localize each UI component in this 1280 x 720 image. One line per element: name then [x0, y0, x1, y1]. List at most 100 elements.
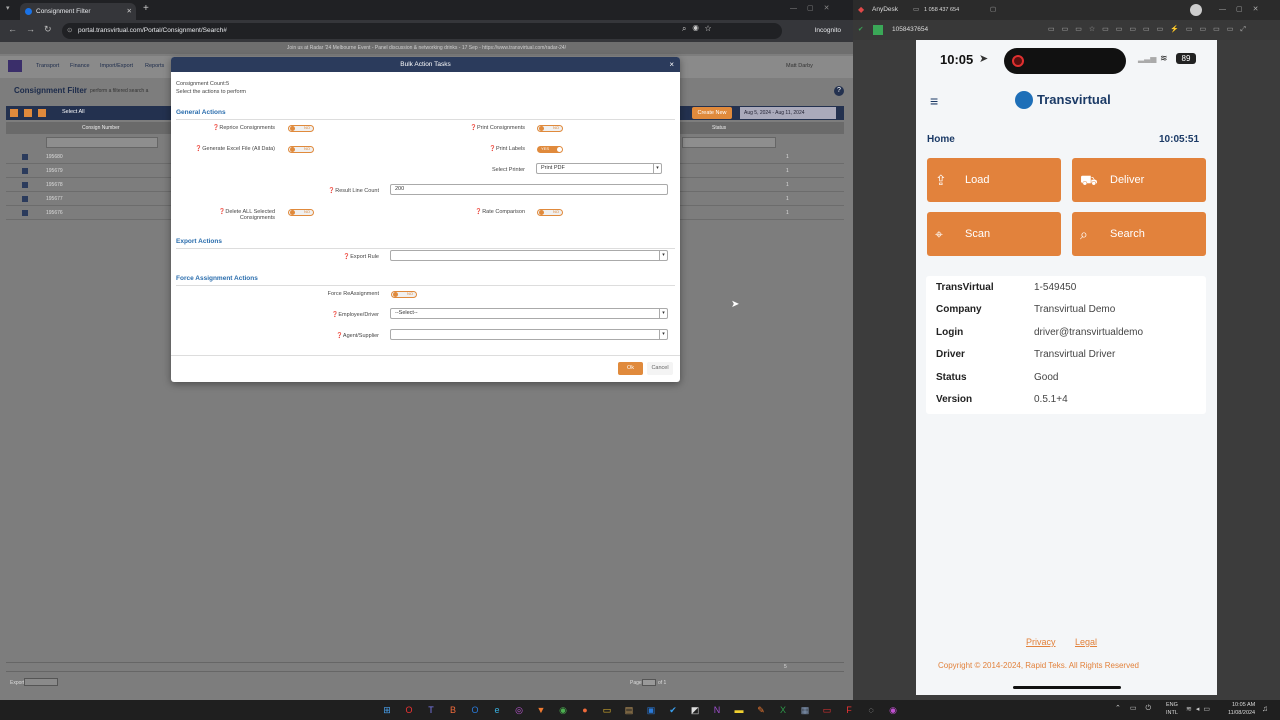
help-icon[interactable]: ❓	[336, 333, 343, 339]
date-range-picker[interactable]: Aug 5, 2024 - Aug 11, 2024	[740, 107, 836, 119]
brave-icon[interactable]: ▼	[534, 703, 548, 717]
page-number-input[interactable]	[642, 679, 656, 686]
notification-icon[interactable]: ♫	[1262, 704, 1268, 713]
privacy-link[interactable]: Privacy	[1026, 637, 1056, 647]
app-icon[interactable]: F	[842, 703, 856, 717]
help-icon[interactable]: ?	[834, 86, 844, 96]
row-checkbox[interactable]	[22, 168, 28, 174]
delete-toggle[interactable]: NO	[288, 209, 314, 216]
url-bar[interactable]: ⊙ portal.transvirtual.com/Portal/Consign…	[62, 23, 782, 39]
app-icon[interactable]: ✔	[666, 703, 680, 717]
forward-icon[interactable]: →	[26, 24, 35, 34]
reload-icon[interactable]: ↻	[44, 24, 52, 35]
start-icon[interactable]: ⊞	[380, 703, 394, 717]
print-consignments-toggle[interactable]: NO	[537, 125, 563, 132]
anydesk-taskbar-icon[interactable]: ▭	[820, 703, 834, 717]
window-controls[interactable]: —▢✕	[790, 4, 839, 12]
app-icon[interactable]: ✎	[754, 703, 768, 717]
lang-primary[interactable]: ENG	[1166, 702, 1178, 708]
result-line-count-input[interactable]: 200	[390, 184, 668, 195]
hamburger-menu-icon[interactable]: ≡	[930, 93, 938, 109]
back-icon[interactable]: ←	[8, 24, 17, 34]
cancel-button[interactable]: Cancel	[647, 362, 673, 375]
incognito-badge[interactable]: Incognito	[815, 23, 841, 39]
status-filter[interactable]	[682, 137, 776, 148]
window-controls[interactable]: —▢✕	[1219, 0, 1268, 20]
outlook-icon[interactable]: O	[468, 703, 482, 717]
select-printer-dropdown[interactable]: Print PDF ▾	[536, 163, 662, 174]
file-explorer-icon[interactable]: ▭	[600, 703, 614, 717]
col-status[interactable]: Status	[712, 125, 726, 131]
help-icon[interactable]: ❓	[470, 125, 477, 131]
remote-address[interactable]: 1058437654	[892, 20, 928, 40]
row-checkbox[interactable]	[22, 154, 28, 160]
firefox-icon[interactable]: ●	[578, 703, 592, 717]
chat-icon[interactable]: ▢	[990, 0, 996, 20]
app-icon[interactable]: ▤	[622, 703, 636, 717]
new-tab-icon[interactable]: +	[143, 3, 149, 14]
clock-time[interactable]: 10:05 AM	[1232, 702, 1255, 708]
tab-search-icon[interactable]: ▾	[6, 4, 10, 12]
force-reassignment-toggle[interactable]: NO	[391, 291, 417, 298]
excel-toggle[interactable]: NO	[288, 146, 314, 153]
opera-icon[interactable]: O	[402, 703, 416, 717]
create-new-button[interactable]: Create New	[692, 107, 732, 119]
session-id[interactable]: 1 058 437 654	[924, 0, 959, 20]
rate-comparison-toggle[interactable]: NO	[537, 209, 563, 216]
portal-logo[interactable]	[8, 60, 22, 72]
col-consign-number[interactable]: Consign Number	[82, 125, 120, 131]
list-view-icon[interactable]	[24, 109, 32, 117]
app-icon[interactable]: ◌	[864, 703, 878, 717]
employee-driver-dropdown[interactable]: --Select-- ▾	[390, 308, 668, 319]
deliver-button[interactable]: ⛟ Deliver	[1072, 158, 1206, 202]
session-tab-icon[interactable]	[873, 25, 883, 35]
edge-icon[interactable]: e	[490, 703, 504, 717]
legal-link[interactable]: Legal	[1075, 637, 1097, 647]
row-checkbox[interactable]	[22, 210, 28, 216]
agent-supplier-dropdown[interactable]: ▾	[390, 329, 668, 340]
consign-number-filter[interactable]	[46, 137, 158, 148]
tab-consignment-filter[interactable]: Consignment Filter ✕	[20, 3, 136, 20]
menu-finance[interactable]: Finance	[70, 63, 90, 69]
system-tray-icons[interactable]: ⌃▭⏻	[1115, 704, 1160, 713]
app-icon[interactable]: ▦	[798, 703, 812, 717]
search-button[interactable]: ⌕ Search	[1072, 212, 1206, 256]
column-icon[interactable]	[38, 109, 46, 117]
monitor-icon[interactable]: ▭	[913, 0, 919, 20]
scan-button[interactable]: ⌖ Scan	[927, 212, 1061, 256]
close-icon[interactable]: ×	[669, 57, 674, 72]
clock-date[interactable]: 11/08/2024	[1228, 710, 1255, 716]
excel-icon[interactable]: X	[776, 703, 790, 717]
tab-close-icon[interactable]: ✕	[127, 3, 132, 20]
app-icon[interactable]: ◉	[886, 703, 900, 717]
app-icon[interactable]: ▣	[644, 703, 658, 717]
export-select[interactable]	[24, 678, 58, 686]
toolbar-icons[interactable]: ⌕◉☆	[682, 24, 717, 34]
load-button[interactable]: ⇪ Load	[927, 158, 1061, 202]
reprice-toggle[interactable]: NO	[288, 125, 314, 132]
teams-icon[interactable]: T	[424, 703, 438, 717]
print-labels-toggle[interactable]: YES	[537, 146, 563, 153]
site-info-icon[interactable]: ⊙	[67, 23, 72, 39]
row-checkbox[interactable]	[22, 196, 28, 202]
event-banner[interactable]: Join us at Radar '24 Melbourne Event - P…	[0, 42, 853, 54]
app-icon[interactable]: B	[446, 703, 460, 717]
ok-button[interactable]: Ok	[618, 362, 643, 375]
export-rule-dropdown[interactable]: ▾	[390, 250, 668, 261]
menu-reports[interactable]: Reports	[145, 63, 164, 69]
menu-import-export[interactable]: Import/Export	[100, 63, 133, 69]
onenote-icon[interactable]: N	[710, 703, 724, 717]
chrome-icon[interactable]: ◉	[556, 703, 570, 717]
lang-secondary[interactable]: INTL	[1166, 710, 1178, 716]
app-icon[interactable]: ▬	[732, 703, 746, 717]
app-icon[interactable]: ◩	[688, 703, 702, 717]
row-checkbox[interactable]	[22, 182, 28, 188]
menu-transport[interactable]: Transport	[36, 63, 59, 69]
home-indicator[interactable]	[1013, 686, 1121, 689]
network-volume-icons[interactable]: ≋◂▭	[1186, 705, 1214, 713]
app-icon[interactable]: ◎	[512, 703, 526, 717]
avatar[interactable]	[1190, 4, 1202, 16]
grid-view-icon[interactable]	[10, 109, 18, 117]
user-name[interactable]: Matt Darby	[786, 63, 813, 69]
select-all-label[interactable]: Select All	[62, 109, 85, 115]
